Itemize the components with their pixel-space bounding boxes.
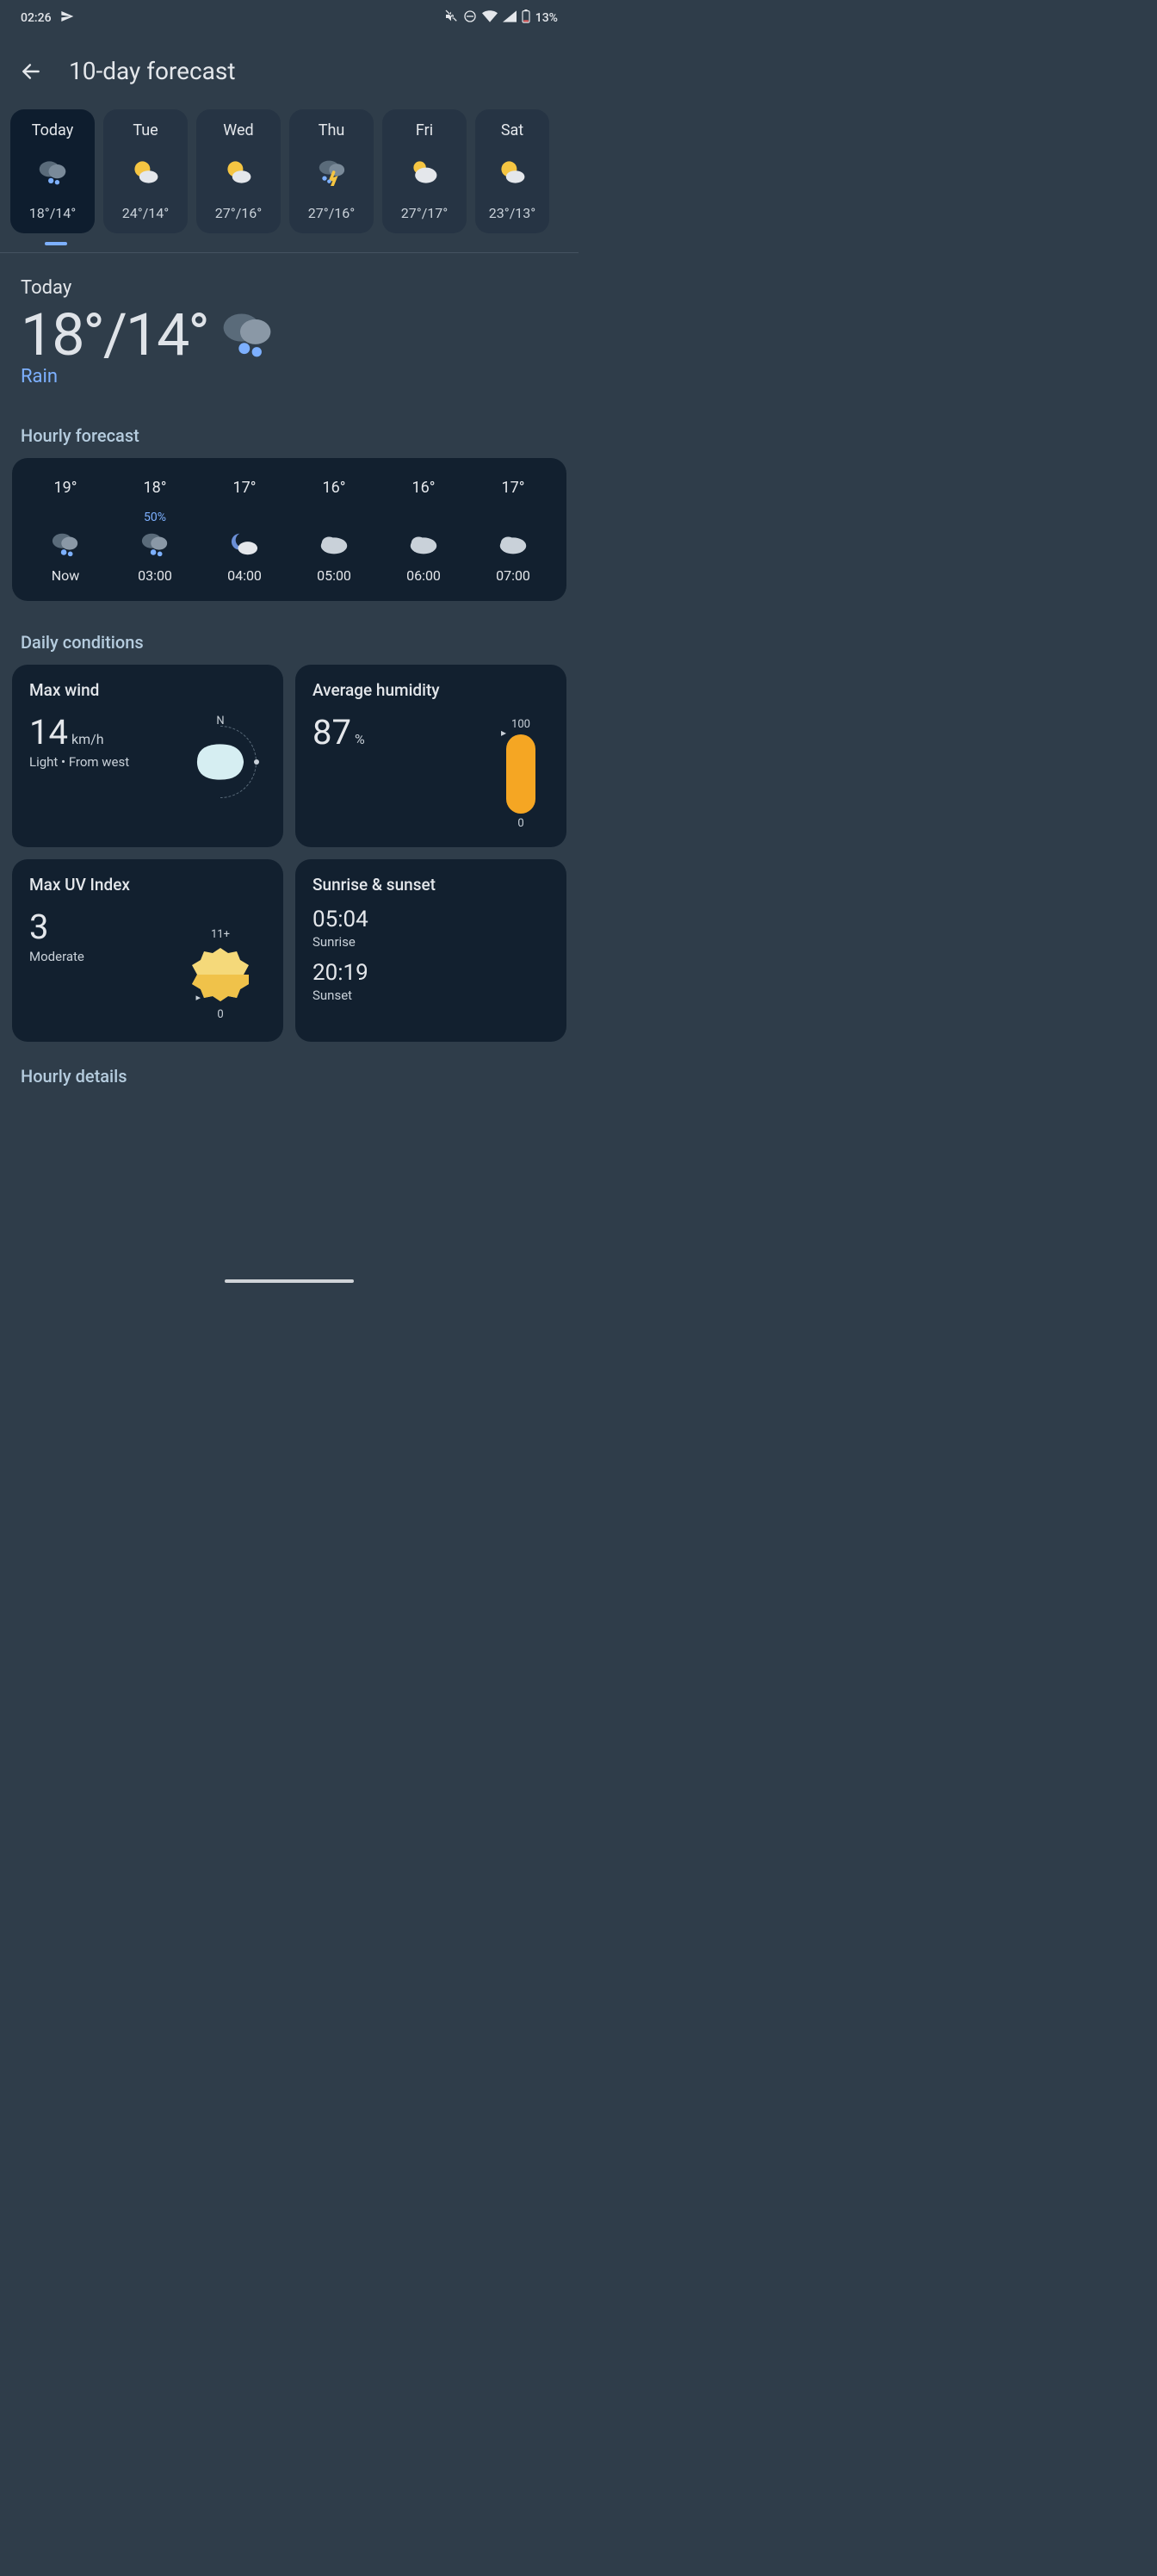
dnd-icon xyxy=(463,9,477,27)
day-tab-sat[interactable]: Sat 23°/13° xyxy=(475,109,549,233)
signal-icon xyxy=(503,10,517,26)
battery-icon xyxy=(522,9,530,27)
humidity-gauge-icon: 100 0 xyxy=(506,718,535,830)
day-tab-tue[interactable]: Tue 24°/14° xyxy=(103,109,188,233)
cloud-icon xyxy=(407,529,440,559)
sunset-time: 20:19 xyxy=(312,960,549,986)
partly-sunny-icon xyxy=(497,158,528,187)
header: 10-day forecast xyxy=(0,36,578,109)
rain-cloud-icon xyxy=(219,308,275,362)
hour-col-now: 19° Now xyxy=(21,479,110,584)
battery-percent: 13% xyxy=(535,11,558,25)
today-summary: Today 18°/14° Rain xyxy=(0,262,578,394)
day-tab-today[interactable]: Today 18°/14° xyxy=(10,109,95,233)
send-icon xyxy=(60,9,74,27)
hour-col-03: 18° 50% 03:00 xyxy=(110,479,200,584)
hourly-details-title: Hourly details xyxy=(0,1042,578,1093)
daily-conditions-title: Daily conditions xyxy=(0,601,578,665)
back-button[interactable] xyxy=(17,58,45,85)
cloud-icon xyxy=(497,529,529,559)
gauge-marker-icon xyxy=(195,992,201,1003)
partly-sunny-icon xyxy=(223,158,254,187)
hour-col-04: 17° 04:00 xyxy=(200,479,289,584)
wind-direction-icon: N xyxy=(173,715,268,809)
summary-temps: 18°/14° xyxy=(21,300,208,369)
partly-sunny-icon xyxy=(130,158,161,187)
tab-indicator xyxy=(0,242,578,247)
thunderstorm-icon xyxy=(315,158,348,187)
day-tab-fri[interactable]: Fri 27°/17° xyxy=(382,109,467,233)
conditions-grid: Max wind 14km/h Light • From west N Aver… xyxy=(0,665,578,1042)
day-tabs[interactable]: Today 18°/14° Tue 24°/14° Wed 27°/16° Th… xyxy=(0,109,578,244)
page-title: 10-day forecast xyxy=(69,57,236,85)
status-bar: 02:26 13% xyxy=(0,0,578,36)
sunrise-sunset-card[interactable]: Sunrise & sunset 05:04 Sunrise 20:19 Sun… xyxy=(295,859,566,1042)
rain-cloud-icon xyxy=(49,529,82,559)
divider xyxy=(0,252,578,253)
hourly-forecast-card[interactable]: 19° Now 18° 50% 03:00 17° 04:00 16° 05:0… xyxy=(12,458,566,601)
summary-day-label: Today xyxy=(21,277,558,299)
cloud-icon xyxy=(318,529,350,559)
night-partly-cloudy-icon xyxy=(228,529,261,559)
mostly-cloudy-icon xyxy=(409,158,440,187)
uv-card[interactable]: Max UV Index 3 Moderate 11+ 0 xyxy=(12,859,283,1042)
rain-cloud-icon xyxy=(139,529,171,559)
gauge-marker-icon xyxy=(501,727,506,739)
nav-bar[interactable] xyxy=(225,1279,354,1283)
uv-sun-icon: 11+ 0 xyxy=(190,928,251,1021)
day-tab-thu[interactable]: Thu 27°/16° xyxy=(289,109,374,233)
rain-cloud-icon xyxy=(37,158,68,187)
sunrise-time: 05:04 xyxy=(312,907,549,932)
mute-icon xyxy=(444,9,458,27)
hour-col-05: 16° 05:00 xyxy=(289,479,379,584)
clock: 02:26 xyxy=(21,11,52,25)
day-tab-wed[interactable]: Wed 27°/16° xyxy=(196,109,281,233)
hourly-forecast-title: Hourly forecast xyxy=(0,394,578,458)
hour-col-07: 17° 07:00 xyxy=(468,479,558,584)
max-wind-card[interactable]: Max wind 14km/h Light • From west N xyxy=(12,665,283,847)
hour-col-06: 16° 06:00 xyxy=(379,479,468,584)
humidity-card[interactable]: Average humidity 87% 100 0 xyxy=(295,665,566,847)
wifi-icon xyxy=(482,10,498,26)
